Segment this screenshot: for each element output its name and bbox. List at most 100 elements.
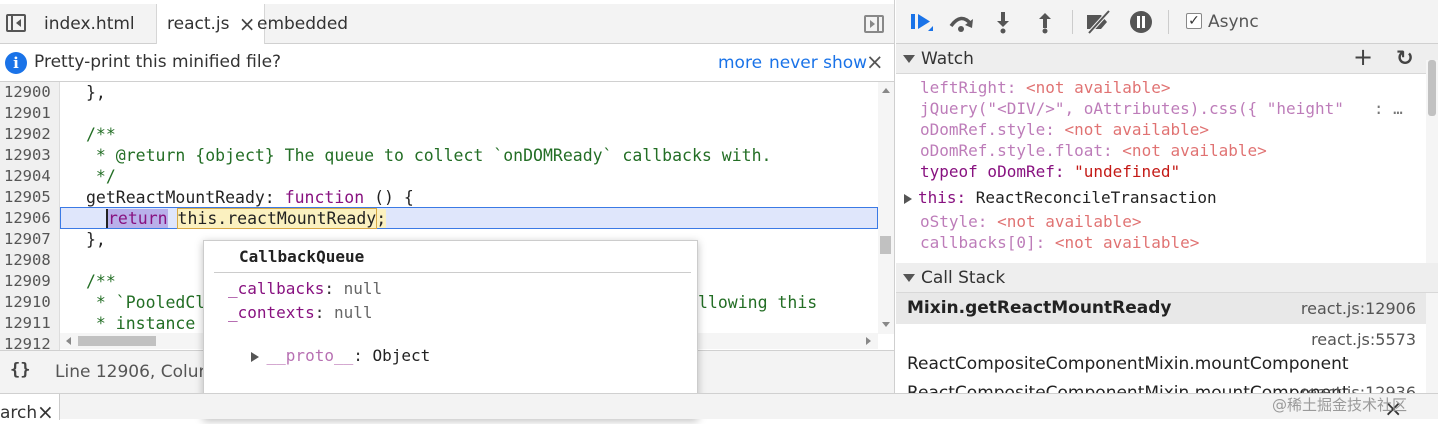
step-over-icon[interactable] bbox=[946, 8, 976, 36]
property-row-expandable[interactable]: __proto__: Object bbox=[212, 327, 430, 384]
more-link[interactable]: more bbox=[718, 53, 762, 73]
infobar-message: Pretty-print this minified file? bbox=[34, 52, 282, 72]
return-keyword: return bbox=[106, 209, 168, 228]
tab-index-html[interactable]: index.html bbox=[34, 4, 145, 44]
code-token: () { bbox=[364, 188, 414, 207]
scroll-left-arrow-icon[interactable] bbox=[66, 337, 71, 345]
triangle-right-icon[interactable] bbox=[904, 193, 912, 204]
line-number[interactable]: 12910 bbox=[0, 292, 56, 313]
watch-value: <not available> bbox=[1064, 120, 1210, 139]
code-line: */ bbox=[86, 167, 116, 186]
watch-value: "undefined" bbox=[1074, 162, 1181, 181]
watch-expression: callbacks[0] bbox=[920, 233, 1036, 252]
watch-item-expandable[interactable]: this: ReactReconcileTransaction bbox=[904, 187, 1217, 208]
debugger-toggle-icon[interactable] bbox=[864, 15, 884, 33]
line-number[interactable]: 12912 bbox=[0, 334, 56, 350]
hovered-expression[interactable]: this.reactMountReady bbox=[176, 208, 378, 229]
async-checkbox[interactable]: ✓ bbox=[1186, 13, 1202, 29]
watch-value: <not available> bbox=[1025, 78, 1171, 97]
property-name: _contexts bbox=[228, 303, 315, 322]
navigator-toggle-icon[interactable] bbox=[6, 14, 26, 32]
step-into-icon[interactable] bbox=[988, 8, 1018, 36]
code-line: * instance bbox=[86, 314, 196, 333]
watch-expression: oDomRef.style bbox=[920, 120, 1046, 139]
callstack-section-header[interactable]: Call Stack bbox=[896, 263, 1438, 293]
call-frame-location[interactable]: react.js:12906 bbox=[1301, 299, 1416, 318]
watch-item[interactable]: jQuery("<DIV/>", oAttributes).css({ "hei… bbox=[920, 98, 1403, 119]
drawer-tab-search[interactable]: arch × bbox=[0, 394, 60, 424]
never-show-link[interactable]: never show bbox=[769, 53, 867, 73]
pretty-print-button[interactable]: {} bbox=[10, 360, 30, 380]
call-frame-selected[interactable]: Mixin.getReactMountReady react.js:12906 bbox=[896, 293, 1426, 324]
code-line: * @return {object} The queue to collect … bbox=[86, 146, 772, 165]
line-number[interactable]: 12900 bbox=[0, 82, 56, 103]
call-frame-location[interactable]: react.js:5573 bbox=[1311, 330, 1416, 349]
line-number[interactable]: 12903 bbox=[0, 145, 56, 166]
watch-item[interactable]: typeof oDomRef: "undefined" bbox=[920, 161, 1180, 182]
scroll-right-arrow-icon[interactable] bbox=[866, 337, 871, 345]
property-row: _contexts: null bbox=[228, 303, 373, 322]
watch-title: Watch bbox=[921, 49, 974, 69]
watch-item[interactable]: oDomRef.style.float: <not available> bbox=[920, 140, 1267, 161]
scroll-up-arrow-icon[interactable] bbox=[882, 88, 890, 93]
call-frame-location[interactable]: react.js:12936 bbox=[1301, 383, 1416, 393]
property-name: _callbacks bbox=[228, 279, 325, 298]
scroll-down-arrow-icon[interactable] bbox=[882, 322, 890, 327]
deactivate-breakpoints-icon[interactable] bbox=[1084, 8, 1114, 36]
line-number[interactable]: 12906 bbox=[0, 208, 56, 229]
pretty-print-infobar: i Pretty-print this minified file? more … bbox=[0, 44, 894, 82]
line-number[interactable]: 12904 bbox=[0, 166, 56, 187]
scroll-thumb[interactable] bbox=[880, 236, 891, 254]
line-number[interactable]: 12902 bbox=[0, 124, 56, 145]
call-frame-function: Mixin.getReactMountReady bbox=[907, 298, 1172, 318]
triangle-down-icon bbox=[903, 55, 915, 63]
triangle-right-icon[interactable] bbox=[250, 351, 259, 362]
code-line: return this.reactMountReady; bbox=[106, 208, 387, 229]
pause-on-exceptions-icon[interactable] bbox=[1126, 8, 1156, 36]
async-label[interactable]: Async bbox=[1208, 12, 1259, 32]
watch-item[interactable]: oDomRef.style: <not available> bbox=[920, 119, 1209, 140]
line-number[interactable]: 12901 bbox=[0, 103, 56, 124]
property-row: _callbacks: null bbox=[228, 279, 382, 298]
line-number[interactable]: 12908 bbox=[0, 250, 56, 271]
close-icon[interactable]: × bbox=[37, 400, 54, 424]
toolbar-separator bbox=[1168, 10, 1169, 34]
line-number[interactable]: 12905 bbox=[0, 187, 56, 208]
tab-embedded[interactable]: embedded bbox=[247, 4, 358, 44]
property-separator: : bbox=[314, 303, 334, 322]
close-icon[interactable]: × bbox=[866, 50, 884, 74]
watch-item[interactable]: callbacks[0]: <not available> bbox=[920, 232, 1199, 253]
watch-value: <not available> bbox=[997, 212, 1142, 231]
watermark: @稀土掘金技术社区 bbox=[1272, 396, 1408, 414]
code-line: getReactMountReady: function () { bbox=[86, 187, 414, 208]
call-frame-function: ReactCompositeComponentMixin.mountCompon… bbox=[907, 354, 1349, 374]
scroll-thumb[interactable] bbox=[78, 336, 156, 346]
scroll-thumb[interactable] bbox=[1428, 60, 1436, 116]
watch-value: ReactReconcileTransaction bbox=[975, 188, 1217, 207]
watch-item[interactable]: leftRight: <not available> bbox=[920, 77, 1170, 98]
watch-section-header[interactable]: Watch + ↻ bbox=[896, 42, 1438, 74]
line-number-gutter[interactable]: 12900 12901 12902 12903 12904 12905 1290… bbox=[0, 82, 60, 350]
line-number[interactable]: 12907 bbox=[0, 229, 56, 250]
call-frame[interactable]: react.js:5573 ReactCompositeComponentMix… bbox=[896, 326, 1426, 376]
sidebar-scrollbar[interactable] bbox=[1426, 60, 1438, 393]
step-out-icon[interactable] bbox=[1030, 8, 1060, 36]
plus-icon[interactable]: + bbox=[1353, 42, 1373, 72]
tab-label: embedded bbox=[257, 14, 349, 34]
code-line: llowing this bbox=[698, 293, 818, 312]
code-token: function bbox=[284, 188, 365, 207]
tab-label: react.js bbox=[167, 14, 230, 34]
code-token: getReactMountReady: bbox=[86, 188, 285, 207]
line-number[interactable]: 12911 bbox=[0, 313, 56, 334]
watch-item[interactable]: oStyle: <not available> bbox=[920, 211, 1142, 232]
refresh-icon[interactable]: ↻ bbox=[1396, 43, 1414, 73]
call-frame[interactable]: ReactCompositeComponentMixin.mountCompon… bbox=[896, 380, 1426, 393]
toolbar-separator bbox=[1072, 10, 1073, 34]
line-number[interactable]: 12909 bbox=[0, 271, 56, 292]
drawer-tab-bar: arch × × @稀土掘金技术社区 bbox=[0, 393, 1438, 424]
vertical-scrollbar[interactable] bbox=[878, 82, 894, 334]
property-value: null bbox=[333, 303, 373, 322]
code-line: * `PooledCl bbox=[86, 293, 206, 312]
resume-icon[interactable] bbox=[906, 8, 936, 36]
property-separator: : bbox=[324, 279, 344, 298]
